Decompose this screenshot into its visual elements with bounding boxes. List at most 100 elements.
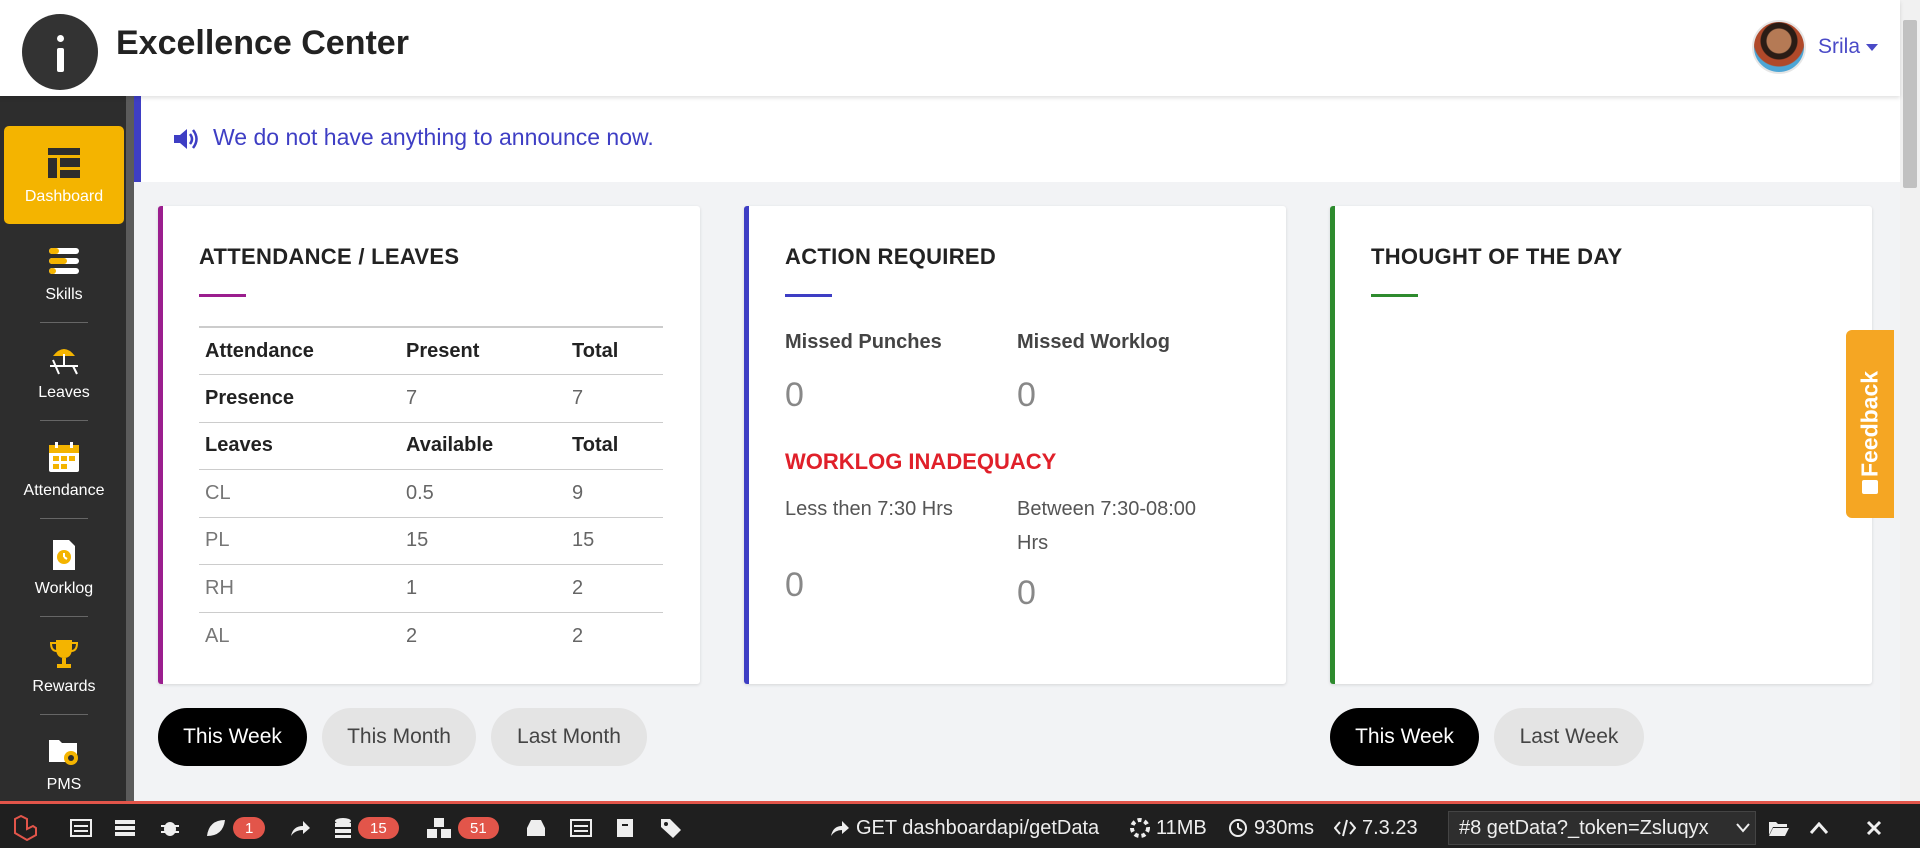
time-info[interactable]: 930ms <box>1228 816 1314 840</box>
table-row: PL 15 15 <box>199 516 663 565</box>
trophy-icon <box>49 640 79 668</box>
version-info[interactable]: 7.3.23 <box>1334 816 1418 840</box>
leave-type: RH <box>199 564 400 612</box>
column-header: Available <box>400 421 566 470</box>
less-than-label: Less then 7:30 Hrs <box>785 498 953 520</box>
pms-folder-icon <box>49 740 78 765</box>
less-than-value[interactable]: 0 <box>785 566 804 605</box>
sidebar-item-pms[interactable]: PMS <box>4 714 124 812</box>
sidebar-item-label: Worklog <box>34 580 94 597</box>
announcement-bar: We do not have anything to announce now. <box>134 96 1900 182</box>
table-row: AL 2 2 <box>199 611 663 660</box>
leave-type: CL <box>199 469 400 517</box>
debug-bar: 1 15 51 GET dashboardapi/getData 11MB 93… <box>0 801 1920 848</box>
request-duration: 930ms <box>1254 816 1315 839</box>
sidebar-item-label: Rewards <box>32 678 96 695</box>
models-count-badge: 51 <box>458 817 499 839</box>
table-header-row: Leaves Available Total <box>199 421 663 470</box>
feedback-tab[interactable]: Feedback <box>1846 330 1894 518</box>
table-row: CL 0.5 9 <box>199 469 663 517</box>
between-value[interactable]: 0 <box>1017 574 1036 613</box>
missed-punches-value[interactable]: 0 <box>785 376 804 415</box>
user-name[interactable]: Srila <box>1818 35 1860 59</box>
memory-info[interactable]: 11MB <box>1130 816 1207 840</box>
php-version: 7.3.23 <box>1362 816 1418 839</box>
feedback-label: Feedback <box>1856 370 1883 478</box>
tags-icon[interactable] <box>660 816 682 840</box>
scrollbar-thumb[interactable] <box>1903 20 1917 188</box>
leave-total: 9 <box>566 469 663 517</box>
thought-filter-last-week[interactable]: Last Week <box>1494 708 1644 766</box>
user-menu[interactable]: Srila <box>1751 20 1878 74</box>
filter-this-month[interactable]: This Month <box>322 708 476 766</box>
sidebar-item-skills[interactable]: Skills <box>4 224 124 322</box>
missed-worklog-value[interactable]: 0 <box>1017 376 1036 415</box>
table-header-row: Attendance Present Total <box>199 326 663 375</box>
leave-total: 15 <box>566 516 663 565</box>
column-header: Present <box>400 326 566 375</box>
request-history-select[interactable]: #8 getData?_token=Zsluqyx <box>1448 811 1756 845</box>
laravel-logo-icon[interactable] <box>12 815 38 841</box>
memory-usage: 11MB <box>1156 816 1207 839</box>
sidebar: Dashboard Skills Leaves Attendance Workl… <box>0 96 134 801</box>
close-icon[interactable] <box>1866 816 1882 840</box>
sidebar-item-leaves[interactable]: Leaves <box>4 322 124 420</box>
top-header: Excellence Center Srila <box>0 0 1900 96</box>
maximize-icon[interactable] <box>1810 816 1828 840</box>
views-leaf-icon[interactable]: 1 <box>205 816 266 840</box>
worklog-icon <box>53 540 75 570</box>
bug-icon[interactable] <box>160 816 180 840</box>
request-info[interactable]: GET dashboardapi/getData <box>830 816 1099 840</box>
title-underline <box>1371 294 1418 297</box>
thought-filter-this-week[interactable]: This Week <box>1330 708 1479 766</box>
missed-punches-label: Missed Punches <box>785 331 942 353</box>
row-label: Presence <box>199 374 400 422</box>
chevron-down-icon[interactable] <box>1736 816 1750 840</box>
models-cubes-icon[interactable]: 51 <box>426 816 499 840</box>
request-panel-icon[interactable] <box>570 816 592 840</box>
app-logo[interactable] <box>22 14 98 90</box>
feedback-icon <box>1862 480 1878 494</box>
card-title: THOUGHT OF THE DAY <box>1371 244 1623 269</box>
between-label-line2: Hrs <box>1017 532 1049 554</box>
leave-available: 2 <box>400 611 566 660</box>
title-underline <box>785 294 832 297</box>
leave-available: 0.5 <box>400 469 566 517</box>
mail-inbox-icon[interactable] <box>526 816 546 840</box>
cell-present: 7 <box>400 374 566 422</box>
code-icon <box>1334 819 1356 837</box>
timeline-icon[interactable] <box>114 816 136 840</box>
sidebar-item-rewards[interactable]: Rewards <box>4 616 124 714</box>
avatar[interactable] <box>1751 20 1806 74</box>
filter-this-week[interactable]: This Week <box>158 708 307 766</box>
thought-of-the-day-card: THOUGHT OF THE DAY <box>1330 206 1872 684</box>
leave-available: 1 <box>400 564 566 612</box>
column-header: Attendance <box>199 326 400 375</box>
route-share-icon[interactable] <box>289 816 311 840</box>
beach-chair-icon <box>50 349 78 375</box>
filter-last-month[interactable]: Last Month <box>491 708 647 766</box>
database-icon[interactable]: 15 <box>334 816 399 840</box>
sidebar-item-dashboard[interactable]: Dashboard <box>4 126 124 224</box>
leave-type: AL <box>199 611 400 660</box>
action-required-card: ACTION REQUIRED Missed Punches 0 Missed … <box>744 206 1286 684</box>
app-title: Excellence Center <box>116 24 409 62</box>
messages-panel-icon[interactable] <box>70 816 92 840</box>
sidebar-item-label: PMS <box>46 776 82 793</box>
leave-available: 15 <box>400 516 566 565</box>
worklog-inadequacy-title: WORKLOG INADEQUACY <box>785 449 1057 474</box>
sidebar-item-label: Attendance <box>23 482 105 499</box>
messages-count-badge: 1 <box>233 817 266 839</box>
sidebar-item-label: Dashboard <box>24 188 104 205</box>
sidebar-item-worklog[interactable]: Worklog <box>4 518 124 616</box>
chevron-down-icon[interactable] <box>1866 43 1878 51</box>
leave-total: 2 <box>566 611 663 660</box>
open-folder-icon[interactable] <box>1768 816 1790 840</box>
calendar-icon <box>49 442 79 472</box>
sidebar-item-attendance[interactable]: Attendance <box>4 420 124 518</box>
leave-total: 2 <box>566 564 663 612</box>
session-archive-icon[interactable] <box>616 816 634 840</box>
missed-worklog-label: Missed Worklog <box>1017 331 1170 353</box>
between-label-line1: Between 7:30-08:00 <box>1017 498 1197 520</box>
cell-total: 7 <box>566 374 663 422</box>
